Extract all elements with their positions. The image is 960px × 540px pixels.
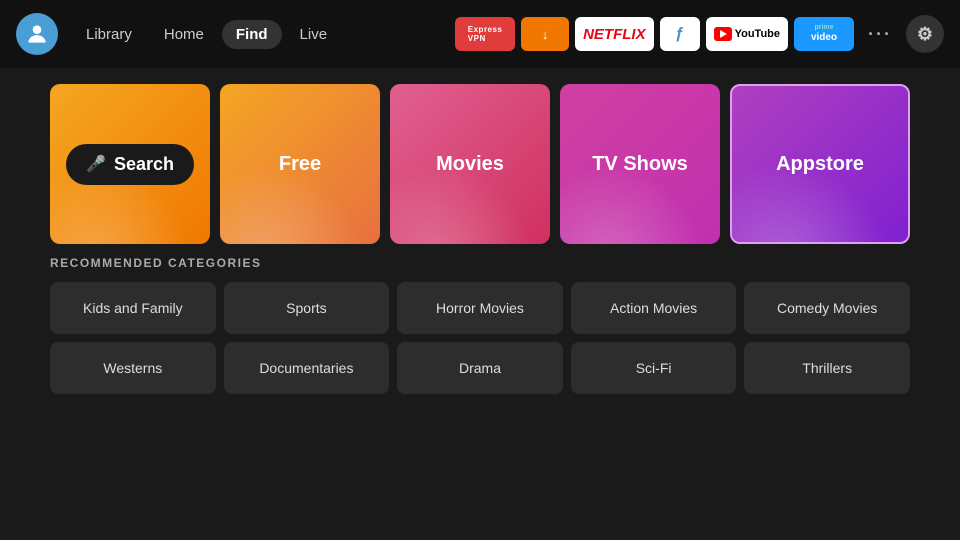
tvshows-label: TV Shows — [592, 153, 688, 176]
free-tile[interactable]: Free — [220, 84, 380, 244]
category-item-comedy-movies[interactable]: Comedy Movies — [744, 282, 910, 334]
main-tiles: 🎤 Search Free Movies TV Shows Appstore — [0, 68, 960, 256]
movies-label: Movies — [436, 153, 504, 176]
appstore-label: Appstore — [776, 153, 864, 176]
appstore-tile[interactable]: Appstore — [730, 84, 910, 244]
app-icons-bar: ExpressVPN ↓ NETFLIX ƒ YouTube prime vid… — [455, 15, 944, 53]
categories-section: RECOMMENDED CATEGORIES Kids and FamilySp… — [0, 256, 960, 394]
tvshows-tile[interactable]: TV Shows — [560, 84, 720, 244]
category-item-thrillers[interactable]: Thrillers — [744, 342, 910, 394]
mic-icon: 🎤 — [86, 154, 106, 174]
category-item-horror-movies[interactable]: Horror Movies — [397, 282, 563, 334]
nav-home[interactable]: Home — [150, 20, 218, 49]
nav-find[interactable]: Find — [222, 20, 282, 49]
category-item-sci-fi[interactable]: Sci-Fi — [571, 342, 737, 394]
category-item-drama[interactable]: Drama — [397, 342, 563, 394]
expressvpn-icon[interactable]: ExpressVPN — [455, 17, 515, 51]
primevideo-icon[interactable]: prime video — [794, 17, 854, 51]
categories-title: RECOMMENDED CATEGORIES — [50, 256, 910, 270]
netflix-icon[interactable]: NETFLIX — [575, 17, 654, 51]
category-item-kids-and-family[interactable]: Kids and Family — [50, 282, 216, 334]
categories-grid: Kids and FamilySportsHorror MoviesAction… — [50, 282, 910, 394]
free-label: Free — [279, 153, 321, 176]
category-item-documentaries[interactable]: Documentaries — [224, 342, 390, 394]
nav-library[interactable]: Library — [72, 20, 146, 49]
more-apps-button[interactable]: ··· — [860, 17, 900, 51]
settings-button[interactable]: ⚙ — [906, 15, 944, 53]
search-tile[interactable]: 🎤 Search — [50, 84, 210, 244]
youtube-icon[interactable]: YouTube — [706, 17, 788, 51]
category-item-westerns[interactable]: Westerns — [50, 342, 216, 394]
search-button[interactable]: 🎤 Search — [66, 144, 194, 185]
movies-tile[interactable]: Movies — [390, 84, 550, 244]
downloader-icon[interactable]: ↓ — [521, 17, 569, 51]
nav-links: Library Home Find Live — [72, 20, 341, 49]
top-nav: Library Home Find Live ExpressVPN ↓ NETF… — [0, 0, 960, 68]
feather-app-icon[interactable]: ƒ — [660, 17, 700, 51]
search-label: Search — [114, 154, 174, 175]
avatar[interactable] — [16, 13, 58, 55]
nav-live[interactable]: Live — [286, 20, 342, 49]
category-item-sports[interactable]: Sports — [224, 282, 390, 334]
category-item-action-movies[interactable]: Action Movies — [571, 282, 737, 334]
